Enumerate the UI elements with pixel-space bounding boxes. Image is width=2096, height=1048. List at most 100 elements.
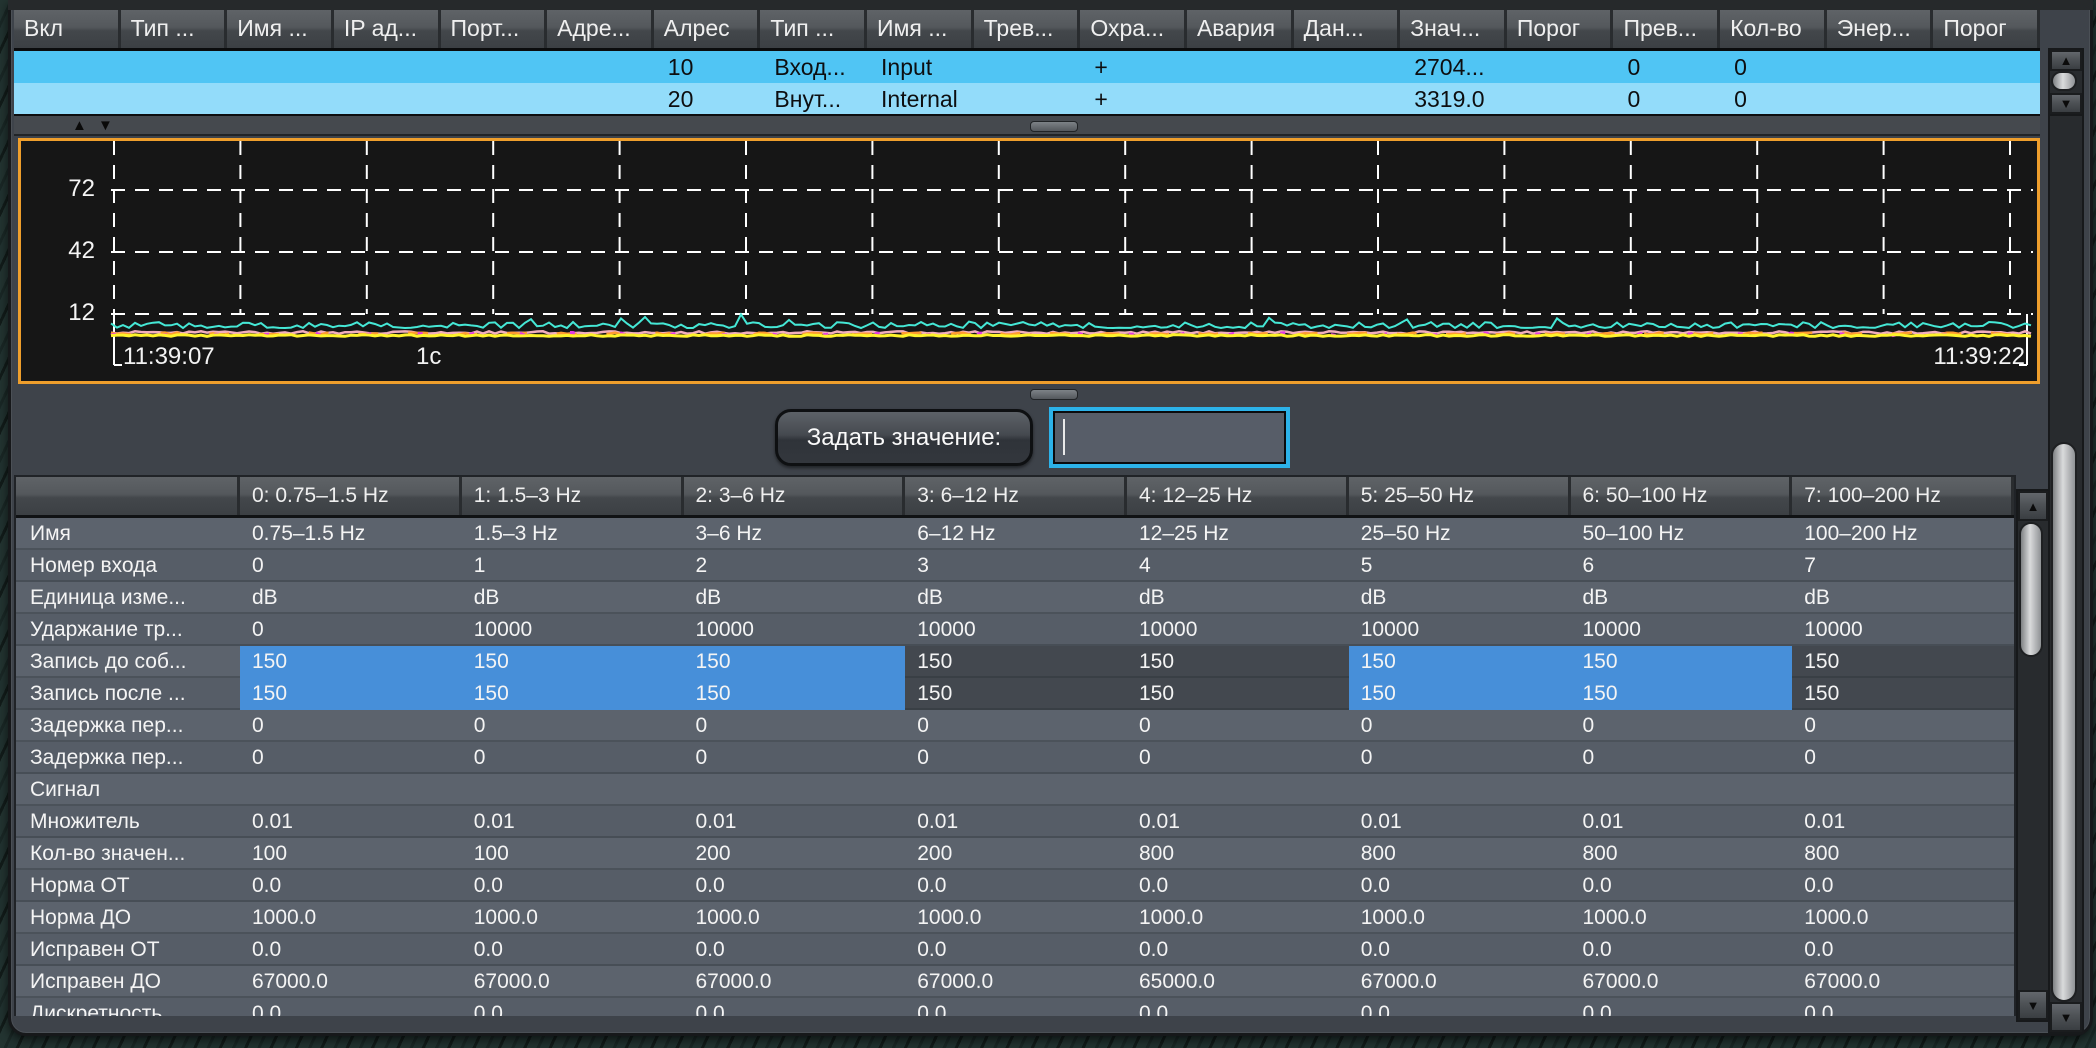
collapse-down-icon[interactable]: ▼: [98, 117, 113, 134]
scrollbar-thumb[interactable]: [2019, 522, 2043, 657]
cell[interactable]: 0: [905, 710, 1127, 742]
cell[interactable]: 0: [1613, 83, 1720, 115]
cell[interactable]: 50–100 Hz: [1571, 518, 1793, 550]
cell[interactable]: dB: [462, 582, 684, 614]
column-header[interactable]: Имя ...: [227, 10, 334, 48]
table-row[interactable]: Единица изме...dBdBdBdBdBdBdBdB: [16, 582, 2014, 614]
cell[interactable]: 10: [654, 51, 761, 83]
cell[interactable]: Input: [867, 51, 974, 83]
cell[interactable]: 10000: [684, 614, 906, 646]
cell[interactable]: 0: [240, 550, 462, 582]
cell[interactable]: 1000.0: [462, 902, 684, 934]
row-label[interactable]: Запись после ...: [16, 678, 240, 710]
row-label[interactable]: Кол-во значен...: [16, 838, 240, 870]
cell[interactable]: 0.0: [1127, 934, 1349, 966]
cell[interactable]: 0: [1349, 742, 1571, 774]
row-label[interactable]: Запись до соб...: [16, 646, 240, 678]
cell[interactable]: dB: [1792, 582, 2014, 614]
cell[interactable]: 0.0: [1792, 870, 2014, 902]
cell[interactable]: 0.0: [1349, 998, 1571, 1016]
cell[interactable]: 0.01: [1349, 806, 1571, 838]
cell[interactable]: 150: [1792, 678, 2014, 710]
cell[interactable]: [547, 83, 654, 115]
cell[interactable]: 10000: [1127, 614, 1349, 646]
cell[interactable]: 67000.0: [1792, 966, 2014, 998]
cell[interactable]: 150: [240, 678, 462, 710]
cell[interactable]: 0.0: [240, 870, 462, 902]
column-header[interactable]: Знач...: [1400, 10, 1507, 48]
cell[interactable]: 0: [240, 614, 462, 646]
cell[interactable]: 67000.0: [240, 966, 462, 998]
row-label[interactable]: Задержка пер...: [16, 710, 240, 742]
cell[interactable]: 150: [1349, 646, 1571, 678]
table-row[interactable]: Кол-во значен...100100200200800800800800: [16, 838, 2014, 870]
row-label[interactable]: Номер входа: [16, 550, 240, 582]
cell[interactable]: [1294, 83, 1401, 115]
cell[interactable]: 10000: [1571, 614, 1793, 646]
cell[interactable]: [1294, 51, 1401, 83]
table-row[interactable]: Дискретность0.00.00.00.00.00.00.00.0: [16, 998, 2014, 1016]
cell[interactable]: 1: [462, 550, 684, 582]
cell[interactable]: 0.0: [905, 934, 1127, 966]
cell[interactable]: 67000.0: [1571, 966, 1793, 998]
column-header[interactable]: 2: 3–6 Hz: [684, 477, 906, 515]
scroll-down-button[interactable]: ▼: [2050, 1002, 2082, 1032]
cell[interactable]: dB: [684, 582, 906, 614]
column-header[interactable]: Энер...: [1827, 10, 1934, 48]
cell[interactable]: 1000.0: [1349, 902, 1571, 934]
cell[interactable]: 0.0: [684, 998, 906, 1016]
scroll-down-button[interactable]: ▼: [2018, 990, 2048, 1020]
cell[interactable]: 200: [684, 838, 906, 870]
cell[interactable]: 0.0: [1571, 870, 1793, 902]
cell[interactable]: [334, 51, 441, 83]
cell[interactable]: 800: [1349, 838, 1571, 870]
cell[interactable]: 0: [1571, 742, 1793, 774]
cell[interactable]: [227, 83, 334, 115]
cell[interactable]: 150: [240, 646, 462, 678]
cell[interactable]: 0.0: [1792, 934, 2014, 966]
cell[interactable]: 0: [1349, 710, 1571, 742]
cell[interactable]: 800: [1792, 838, 2014, 870]
column-header[interactable]: Авария: [1187, 10, 1294, 48]
cell[interactable]: 0.0: [1792, 998, 2014, 1016]
row-label[interactable]: Единица изме...: [16, 582, 240, 614]
cell[interactable]: [1933, 83, 2040, 115]
cell[interactable]: dB: [1571, 582, 1793, 614]
cell[interactable]: 3–6 Hz: [684, 518, 906, 550]
cell[interactable]: 1000.0: [1571, 902, 1793, 934]
row-label[interactable]: Ударжание тр...: [16, 614, 240, 646]
cell[interactable]: 0.0: [1127, 870, 1349, 902]
cell[interactable]: 150: [1571, 678, 1793, 710]
cell[interactable]: [1792, 774, 2014, 806]
column-header[interactable]: Адре...: [547, 10, 654, 48]
cell[interactable]: 0.0: [684, 870, 906, 902]
column-header[interactable]: 3: 6–12 Hz: [905, 477, 1127, 515]
cell[interactable]: [1187, 51, 1294, 83]
cell[interactable]: [14, 51, 121, 83]
cell[interactable]: Internal: [867, 83, 974, 115]
cell[interactable]: 150: [684, 646, 906, 678]
cell[interactable]: 0: [1720, 51, 1827, 83]
table-row[interactable]: Сигнал: [16, 774, 2014, 806]
cell[interactable]: 0.0: [1571, 998, 1793, 1016]
splitter-grip[interactable]: [1030, 121, 1078, 132]
cell[interactable]: 800: [1127, 838, 1349, 870]
cell[interactable]: 1000.0: [1127, 902, 1349, 934]
set-value-button[interactable]: Задать значение:: [775, 409, 1033, 466]
column-header[interactable]: IP ад...: [334, 10, 441, 48]
cell[interactable]: 1000.0: [684, 902, 906, 934]
cell[interactable]: 67000.0: [905, 966, 1127, 998]
cell[interactable]: 1000.0: [240, 902, 462, 934]
table-row[interactable]: Задержка пер...00000000: [16, 710, 2014, 742]
cell[interactable]: [974, 83, 1081, 115]
column-header[interactable]: Имя ...: [867, 10, 974, 48]
cell[interactable]: 65000.0: [1127, 966, 1349, 998]
row-label[interactable]: Имя: [16, 518, 240, 550]
table-row[interactable]: Запись до соб...150150150150150150150150: [16, 646, 2014, 678]
column-header[interactable]: Порог: [1933, 10, 2040, 48]
parameter-table-scrollbar[interactable]: ▲ ▼: [2016, 489, 2050, 1022]
cell[interactable]: 0.0: [1349, 870, 1571, 902]
cell[interactable]: 0.0: [684, 934, 906, 966]
chart-splitter-grip[interactable]: [1030, 389, 1078, 400]
table-row[interactable]: Исправен ОТ0.00.00.00.00.00.00.00.0: [16, 934, 2014, 966]
